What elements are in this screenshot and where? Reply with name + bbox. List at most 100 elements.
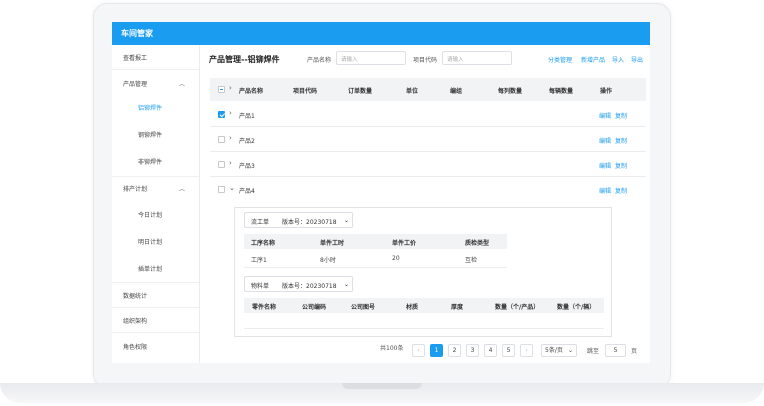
select-all-checkbox[interactable] (218, 86, 225, 93)
sidebar-item-non-welds[interactable]: 非铆焊件 (112, 149, 200, 173)
pagination-total: 共100条 (380, 345, 404, 352)
column-header: 单件工价 (392, 240, 417, 247)
sidebar-item-aluminum-welds[interactable]: 铝铆焊件 (112, 95, 200, 119)
table-row[interactable]: › 产品3 编辑 复制 (210, 152, 646, 177)
edit-link[interactable]: 编辑 (599, 186, 611, 195)
export-button[interactable]: 导出 (631, 55, 643, 64)
product-name-label: 产品名称 (307, 57, 332, 64)
page-button-5[interactable]: 5 (502, 344, 515, 357)
chevron-down-icon: ⌄ (344, 217, 350, 224)
sidebar-item-label: 今日计划 (138, 212, 163, 219)
page-button-2[interactable]: 2 (448, 344, 461, 357)
next-page-button[interactable]: › (520, 344, 533, 357)
sidebar-item-organization[interactable]: 组织架构 (112, 308, 200, 332)
top-bar: 车间管家 (112, 22, 650, 45)
chevron-up-icon: ︿ (178, 186, 185, 193)
sidebar-item-tomorrow-plan[interactable]: 明日计划 (112, 229, 200, 253)
copy-link[interactable]: 复制 (615, 136, 627, 145)
category-management-button[interactable]: 分类管理 (548, 55, 572, 64)
column-header: 单位 (406, 88, 419, 95)
sidebar-item-label: 明日计划 (138, 239, 163, 246)
sidebar-item-label: 产品管理 (123, 81, 148, 88)
column-header: 产品名称 (239, 88, 264, 95)
process-cell: 互检 (465, 257, 478, 264)
sidebar-item-label: 钢铆焊件 (138, 132, 163, 139)
table-row-expanded[interactable]: ⌄ 产品4 编辑 复制 (210, 177, 646, 202)
sidebar-item-view-reports[interactable]: 查看报工 (112, 45, 200, 69)
process-version-select[interactable]: 流工单 版本号：20230718 ⌄ (244, 212, 353, 228)
sidebar-item-statistics[interactable]: 数据统计 (112, 283, 200, 307)
process-cell: 20 (392, 255, 400, 262)
laptop-notch (342, 383, 422, 389)
chevron-right-icon[interactable]: › (229, 109, 232, 117)
edit-link[interactable]: 编辑 (599, 161, 611, 170)
column-header: 公司图号 (351, 304, 376, 311)
chevron-down-icon: ⌄ (567, 347, 573, 354)
material-table-header: 零件名称 公司编码 公司图号 材质 厚度 数量（个/产品） 数量（个/辆） (244, 298, 604, 313)
chevron-right-icon: › (229, 84, 232, 92)
prev-page-button[interactable]: ‹ (412, 344, 425, 357)
chevron-down-icon: ⌄ (344, 281, 350, 288)
sidebar-item-roles[interactable]: 角色权限 (112, 334, 200, 358)
sidebar: 查看报工 产品管理 ︿ 铝铆焊件 钢铆焊件 非铆焊件 排产计划 ︿ 今日计划 明日计… (112, 45, 200, 363)
page-size-select[interactable]: 5条/页 ⌄ (541, 344, 577, 357)
product-name: 产品4 (239, 188, 255, 195)
goto-label: 跳至 (587, 348, 600, 355)
process-cell: 工序1 (251, 257, 267, 264)
column-header: 工序名称 (251, 240, 276, 247)
add-product-button[interactable]: 新增产品 (581, 55, 605, 64)
sidebar-item-production-plan[interactable]: 排产计划 ︿ (112, 176, 200, 200)
column-header: 材质 (406, 304, 419, 311)
column-header: 项目代码 (293, 88, 318, 95)
chevron-up-icon: ︿ (178, 81, 185, 88)
page-button-3[interactable]: 3 (466, 344, 479, 357)
column-header: 编组 (450, 88, 463, 95)
chevron-right-icon[interactable]: › (229, 159, 232, 167)
column-header: 订单数量 (348, 88, 373, 95)
import-button[interactable]: 导入 (612, 55, 624, 64)
material-type-label: 物料单 (251, 283, 270, 290)
process-version-label: 版本号：20230718 (282, 219, 337, 226)
app-brand: 车间管家 (121, 29, 153, 38)
process-type-label: 流工单 (251, 219, 270, 226)
chevron-right-icon[interactable]: › (229, 134, 232, 142)
sidebar-item-label: 数据统计 (123, 293, 148, 300)
sidebar-item-label: 非铆焊件 (138, 159, 163, 166)
column-header: 零件名称 (252, 304, 277, 311)
page-unit-label: 页 (631, 348, 638, 355)
expanded-detail-panel: 流工单 版本号：20230718 ⌄ 工序名称 单件工时 单件工价 质检类型 工… (234, 207, 612, 337)
material-version-select[interactable]: 物料单 版本号：20230718 ⌄ (244, 276, 353, 292)
column-header: 数量（个/辆） (557, 304, 596, 311)
product-name: 产品2 (239, 138, 255, 145)
sidebar-item-label: 铝铆焊件 (138, 105, 163, 112)
sidebar-item-today-plan[interactable]: 今日计划 (112, 202, 200, 226)
column-header: 数量（个/产品） (495, 304, 540, 311)
row-checkbox[interactable] (218, 136, 225, 143)
table-header: › 产品名称 项目代码 订单数量 单位 编组 每列数量 每辆数量 操作 (210, 78, 646, 101)
row-checkbox[interactable] (218, 161, 225, 168)
project-code-input[interactable]: 请输入 (442, 51, 512, 65)
copy-link[interactable]: 复制 (615, 186, 627, 195)
process-cell: 8小时 (320, 257, 336, 264)
app-screen: 车间管家 查看报工 产品管理 ︿ 铝铆焊件 钢铆焊件 非铆焊件 排产计划 ︿ 今日计… (112, 22, 650, 363)
goto-page-input[interactable]: 5 (605, 344, 626, 357)
copy-link[interactable]: 复制 (615, 111, 627, 120)
table-row[interactable]: › 产品2 编辑 复制 (210, 127, 646, 152)
copy-link[interactable]: 复制 (615, 161, 627, 170)
product-name-input[interactable]: 请输入 (336, 51, 406, 65)
column-header: 每辆数量 (549, 88, 574, 95)
table-row[interactable]: › 产品1 编辑 复制 (210, 102, 646, 127)
edit-link[interactable]: 编辑 (599, 111, 611, 120)
column-header: 单件工时 (320, 240, 345, 247)
edit-link[interactable]: 编辑 (599, 136, 611, 145)
page-button-1[interactable]: 1 (430, 344, 443, 357)
sidebar-item-steel-welds[interactable]: 钢铆焊件 (112, 122, 200, 146)
sidebar-item-product-management[interactable]: 产品管理 ︿ (112, 71, 200, 95)
row-checkbox[interactable] (218, 111, 225, 118)
chevron-down-icon[interactable]: ⌄ (229, 184, 235, 192)
page-button-4[interactable]: 4 (484, 344, 497, 357)
row-checkbox[interactable] (218, 186, 225, 193)
sidebar-item-label: 角色权限 (123, 344, 148, 351)
sidebar-item-insert-plan[interactable]: 插单计划 (112, 256, 200, 280)
sidebar-item-label: 排产计划 (123, 186, 148, 193)
